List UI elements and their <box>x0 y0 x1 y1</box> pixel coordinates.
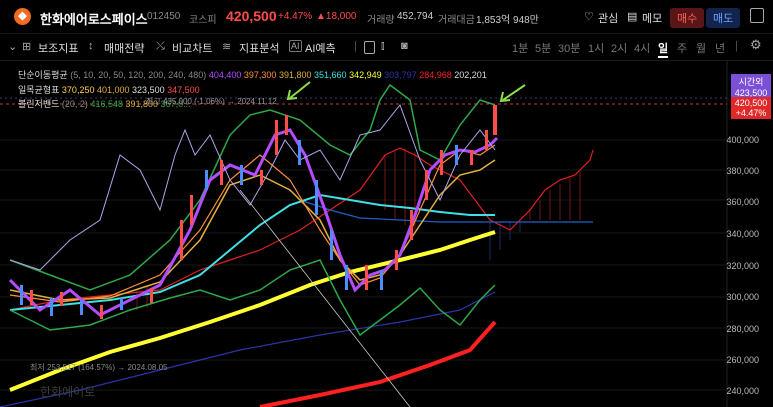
timeframe-day[interactable]: 일 <box>658 40 669 58</box>
change-amount: ▲18,000 <box>316 11 357 22</box>
high-marker: 최고 435,000 (-1.06%) → 2024.11.12 <box>146 97 277 106</box>
compare-line <box>9 103 496 271</box>
ichimoku-span-a <box>9 147 594 311</box>
volume-label: 거래량 <box>367 15 395 26</box>
toolbar-divider: | <box>354 40 357 52</box>
toolbar-item-compare[interactable]: 비교차트 <box>172 40 212 56</box>
sma5-value: 404,400 <box>208 70 242 80</box>
y-tick: 260,000 <box>726 355 759 365</box>
sma120-value: 342,949 <box>349 70 382 80</box>
stock-header: ◆ 한화에어로스페이스 012450 코스피 420,500 +4.47% ▲1… <box>0 0 773 32</box>
compare-icon: ⤯ <box>156 40 165 52</box>
y-tick: 240,000 <box>726 386 759 396</box>
bollinger-value-1: 416,548 <box>90 99 123 109</box>
layout-icon[interactable] <box>364 41 375 54</box>
sma-params: (5, 10, 20, 50, 120, 200, 240, 480) <box>70 70 207 80</box>
sma-legend[interactable]: 단순이동평균 (5, 10, 20, 50, 120, 200, 240, 48… <box>18 68 487 81</box>
sma10-value: 397,300 <box>243 70 277 80</box>
sma480-value: 202,201 <box>454 70 487 80</box>
toolbar-item-strategy[interactable]: 매매전략 <box>104 40 144 56</box>
timeframe-year[interactable]: 년 <box>715 40 725 56</box>
timeframe-1h[interactable]: 1시 <box>588 40 604 56</box>
stock-code: 012450 <box>147 11 181 22</box>
y-tick: 340,000 <box>726 229 759 239</box>
toolbar-item-indicators[interactable]: 보조지표 <box>38 40 78 56</box>
sma240-line <box>259 320 497 407</box>
sma10-line <box>9 144 496 303</box>
ichimoku-label: 일목균형표 <box>18 85 60 95</box>
y-tick: 280,000 <box>726 324 759 334</box>
bollinger-params: (20, 2) <box>61 99 88 109</box>
timeframe-month[interactable]: 월 <box>696 40 706 56</box>
buy-button[interactable]: 매수 <box>670 8 705 28</box>
watch-icon[interactable]: ♡ <box>584 10 594 23</box>
volume-value: 452,794 <box>397 11 434 22</box>
analysis-icon: ≋ <box>222 41 232 53</box>
stock-logo: ◆ <box>14 8 31 25</box>
timeframe-week[interactable]: 주 <box>677 40 687 56</box>
memo-icon[interactable]: ▤ <box>627 10 637 23</box>
ichimoku-value-1: 370,250 <box>61 85 95 95</box>
y-tick: 380,000 <box>726 166 759 176</box>
toolbar-item-ai[interactable]: AI예측 <box>305 40 336 56</box>
bollinger-upper <box>9 83 496 291</box>
amount-value: 1,853억 948만 <box>476 15 539 26</box>
current-price: 420,500 <box>226 8 277 24</box>
indicator-icon: ⊞ <box>22 41 32 53</box>
ichimoku-value-3: 323,500 <box>132 85 165 95</box>
ichimoku-legend[interactable]: 일목균형표 370,250 401,000 323,500 347,500 <box>18 83 200 96</box>
after-hours-price-box: 시간외 423,500 <box>731 74 771 99</box>
ichimoku-span-b <box>299 199 593 223</box>
settings-gear-icon[interactable]: ⚙ <box>750 37 762 53</box>
candle-type-icon[interactable]: ⫾ <box>381 40 385 53</box>
candles <box>20 105 497 319</box>
change-percent: +4.47% <box>278 11 313 22</box>
collapse-icon[interactable]: ⌄ <box>8 40 17 53</box>
timeframe-1min[interactable]: 1분 <box>512 40 528 56</box>
toolbar-divider-2: | <box>735 40 738 52</box>
y-tick: 300,000 <box>726 292 759 302</box>
current-change-tag: +4.47% <box>735 108 767 118</box>
sma20-value: 391,800 <box>278 70 312 80</box>
toolbar-item-analysis[interactable]: 지표분석 <box>239 40 279 56</box>
camera-icon[interactable]: ◙ <box>401 40 408 52</box>
watermark-text: 한화에어로 <box>40 385 96 399</box>
panel-toggle-icon[interactable] <box>750 8 764 23</box>
ichimoku-value-4: 347,500 <box>167 85 200 95</box>
price-chart[interactable]: 단순이동평균 (5, 10, 20, 50, 120, 200, 240, 48… <box>0 60 773 407</box>
ichimoku-value-2: 401,000 <box>96 85 130 95</box>
chart-toolbar: ⌄ ⊞ 보조지표 ↕ 매매전략 ⤯ 비교차트 ≋ 지표분석 AI AI예측 | … <box>0 33 773 61</box>
sell-button[interactable]: 매도 <box>706 8 741 28</box>
stock-name[interactable]: 한화에어로스페이스 <box>40 9 148 28</box>
sma50-value: 351,660 <box>314 70 347 80</box>
strategy-icon: ↕ <box>88 40 94 52</box>
timeframe-2h[interactable]: 2시 <box>611 40 627 56</box>
y-tick: 320,000 <box>726 261 759 271</box>
amount-label: 거래대금 <box>438 15 475 26</box>
timeframe-4h[interactable]: 4시 <box>634 40 650 56</box>
low-marker: 최저 253,517 (164.57%) → 2024.08.05 <box>30 363 168 372</box>
current-price-box: 420,500 +4.47% <box>731 97 771 119</box>
y-tick: 360,000 <box>726 197 759 207</box>
sma240-value: 284,968 <box>419 70 452 80</box>
market-name: 코스피 <box>189 15 217 26</box>
sma-label: 단순이동평균 <box>18 70 68 80</box>
current-price-tag: 420,500 <box>734 98 768 108</box>
y-tick: 400,000 <box>726 135 759 145</box>
sma200-value: 303,797 <box>384 70 417 80</box>
chart-canvas[interactable] <box>0 60 773 407</box>
ai-icon: AI <box>289 40 302 52</box>
watch-button[interactable]: 관심 <box>598 10 618 26</box>
memo-button[interactable]: 메모 <box>642 10 662 26</box>
trend-line <box>239 189 411 407</box>
timeframe-5min[interactable]: 5분 <box>535 40 551 56</box>
timeframe-30min[interactable]: 30분 <box>558 40 580 56</box>
bollinger-label: 볼린저밴드 <box>18 99 60 109</box>
after-hours-title: 시간외 <box>738 77 764 87</box>
